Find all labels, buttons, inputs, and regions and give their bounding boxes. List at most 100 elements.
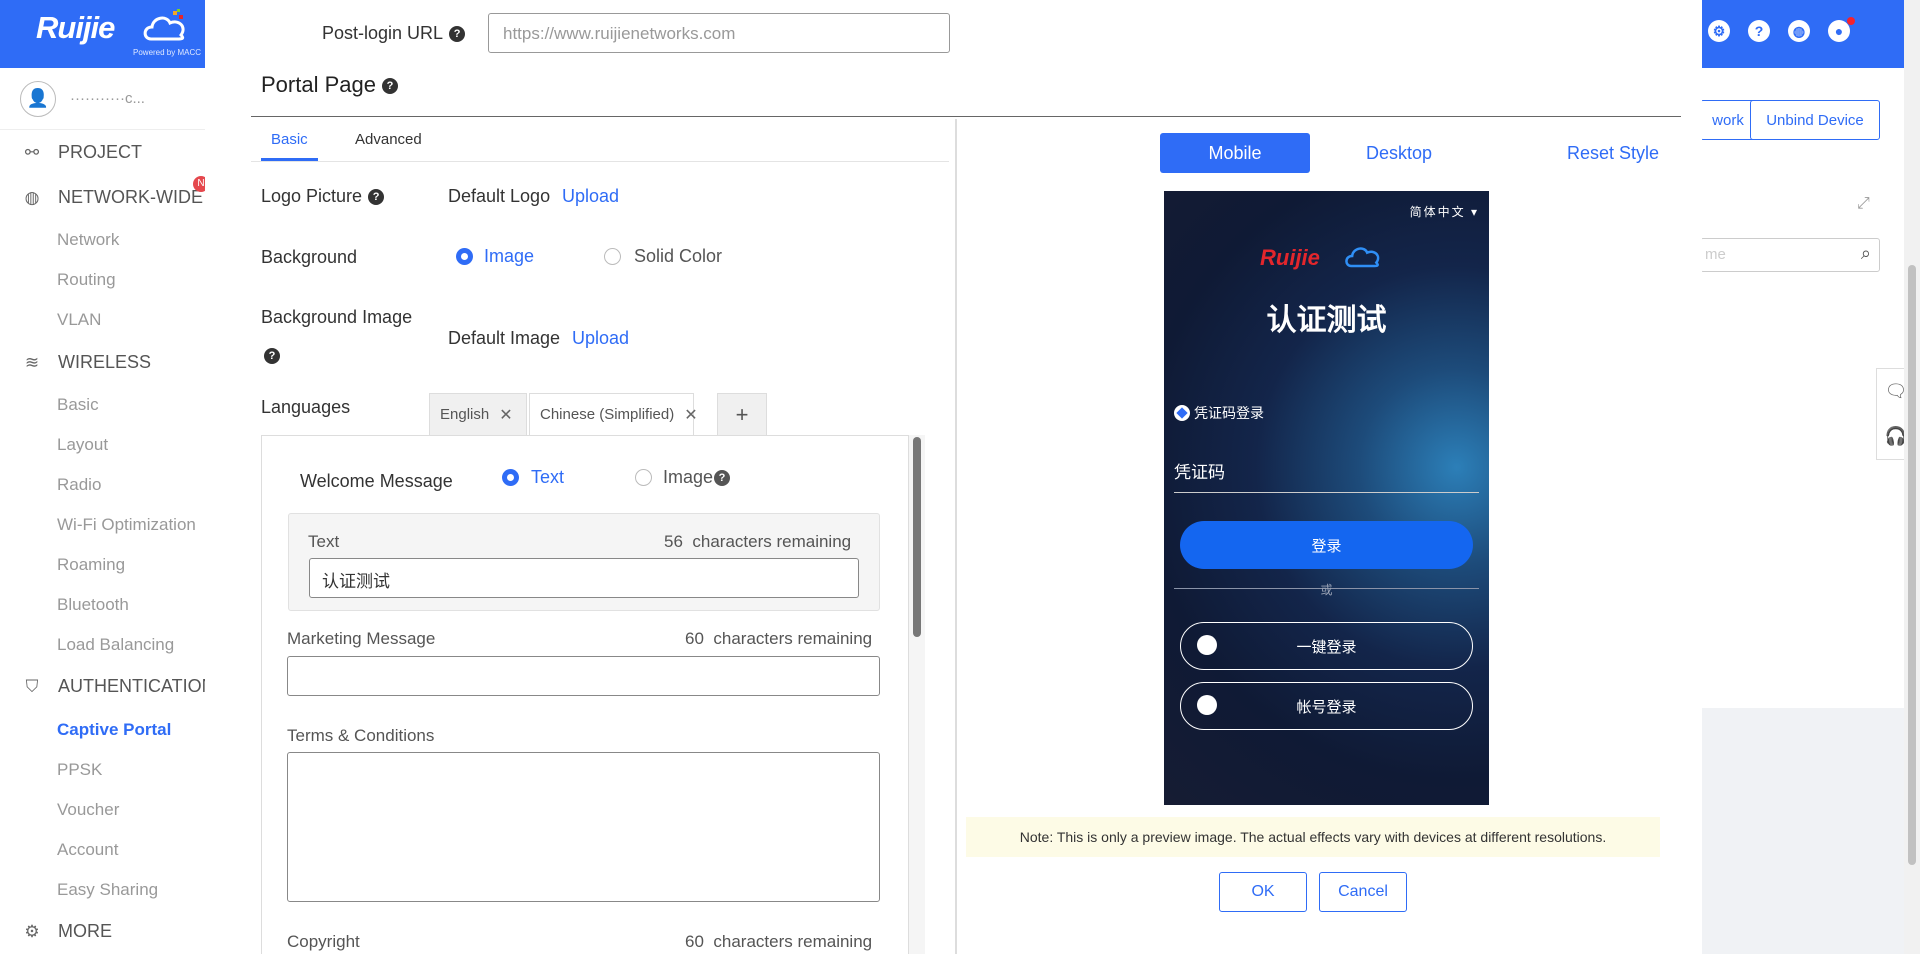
copyright-label: Copyright	[287, 932, 360, 951]
page-scrollbar[interactable]	[1904, 0, 1920, 954]
welcome-text-radio[interactable]	[502, 469, 519, 486]
lang-tab-label: English	[440, 406, 490, 423]
mobile-preview-button[interactable]: Mobile	[1160, 133, 1310, 173]
sidebar-item-routing[interactable]: Routing	[57, 270, 116, 290]
one-click-login-text: 一键登录	[1296, 638, 1357, 656]
lang-tab-label: Chinese (Simplified)	[540, 406, 675, 423]
welcome-text-input[interactable]: 认证测试	[309, 558, 859, 598]
sidebar-item-radio[interactable]: Radio	[57, 475, 101, 495]
bg-image-option[interactable]: Image	[484, 246, 534, 267]
bg-image-radio[interactable]	[456, 248, 473, 265]
user-name: ···········c...	[70, 90, 145, 107]
tab-basic[interactable]: Basic	[271, 131, 308, 148]
help-icon[interactable]: ?	[264, 348, 280, 364]
sidebar-item-bluetooth[interactable]: Bluetooth	[57, 595, 129, 615]
desktop-preview-button[interactable]: Desktop	[1331, 133, 1467, 173]
close-icon[interactable]: ✕	[499, 405, 512, 425]
top-icons: ⚙ ? ◍ ●	[1708, 17, 1855, 42]
sidebar-item-network[interactable]: Network	[57, 230, 119, 250]
sidebar-item-load-balancing[interactable]: Load Balancing	[57, 635, 174, 655]
bg-image-upload-link[interactable]: Upload	[572, 328, 629, 349]
welcome-image-radio[interactable]	[635, 469, 652, 486]
shield-icon: ⛉	[25, 676, 39, 696]
post-login-url-text: Post-login URL	[322, 23, 444, 43]
post-login-url-label: Post-login URL?	[322, 23, 466, 44]
remaining-suffix: characters remaining	[713, 932, 873, 951]
help-icon[interactable]: ?	[368, 189, 385, 206]
lang-tab-chinese[interactable]: Chinese (Simplified) ✕	[529, 393, 698, 435]
search-icon[interactable]: ⌕	[1861, 243, 1871, 264]
user-icon[interactable]: ●	[1828, 17, 1855, 42]
project-icon: ⚯	[24, 142, 40, 162]
terms-textarea[interactable]	[287, 752, 880, 902]
bg-solid-color-option[interactable]: Solid Color	[634, 246, 722, 267]
logo-value: Default Logo	[448, 186, 551, 206]
globe-icon: ◍	[24, 187, 40, 207]
unbind-device-button[interactable]: Unbind Device	[1750, 100, 1880, 140]
languages-label: Languages	[261, 397, 351, 417]
tab-advanced[interactable]: Advanced	[355, 131, 422, 148]
logo-picture-text: Logo Picture	[261, 186, 363, 206]
account-login-text: 帐号登录	[1296, 698, 1357, 716]
sidebar-item-roaming[interactable]: Roaming	[57, 555, 125, 575]
network-button[interactable]: work	[1700, 100, 1757, 140]
sidebar-item-wifi-optimization[interactable]: Wi-Fi Optimization	[57, 515, 196, 535]
sidebar-item-voucher[interactable]: Voucher	[57, 800, 119, 820]
sidebar-item-captive-portal[interactable]: Captive Portal	[57, 720, 171, 740]
sidebar-section-more[interactable]: ⚙ MORE	[22, 921, 112, 942]
globe-icon[interactable]: ◍	[1788, 20, 1810, 42]
gear-icon[interactable]: ⚙	[1708, 20, 1730, 42]
add-language-button[interactable]: +	[717, 393, 767, 435]
help-icon[interactable]: ?	[714, 470, 731, 487]
cancel-button[interactable]: Cancel	[1319, 872, 1407, 912]
bg-solid-color-radio[interactable]	[604, 248, 621, 265]
wifi-icon: ≋	[24, 352, 40, 372]
user-row[interactable]: 👤 ···········c...	[0, 68, 210, 130]
notification-dot	[1847, 17, 1855, 25]
vertical-divider	[955, 119, 957, 954]
marketing-message-input[interactable]	[287, 656, 880, 696]
panel-scrollbar-thumb[interactable]	[913, 437, 921, 637]
help-icon[interactable]: ?	[381, 78, 398, 95]
ok-button[interactable]: OK	[1219, 872, 1307, 912]
page-scrollbar-thumb[interactable]	[1908, 265, 1916, 865]
page-title: Portal Page?	[261, 72, 398, 98]
sidebar-item-basic[interactable]: Basic	[57, 395, 99, 415]
sidebar-section-wireless[interactable]: ≋ WIRELESS	[22, 352, 151, 373]
sidebar-section-label: AUTHENTICATION	[58, 676, 210, 696]
sidebar-section-network-wide[interactable]: ◍ NETWORK-WIDE	[22, 187, 203, 208]
help-icon[interactable]: ?	[449, 26, 466, 43]
post-login-url-input[interactable]: https://www.ruijienetworks.com	[488, 13, 950, 53]
preview-note: Note: This is only a preview image. The …	[966, 817, 1660, 857]
help-icon[interactable]: ?	[1748, 20, 1770, 42]
sidebar-item-layout[interactable]: Layout	[57, 435, 108, 455]
sidebar: 👤 ···········c... ⚯ PROJECT ◍ NETWORK-WIDE…	[0, 68, 210, 954]
welcome-text-option[interactable]: Text	[531, 467, 564, 488]
sidebar-item-vlan[interactable]: VLAN	[57, 310, 101, 330]
sidebar-item-account[interactable]: Account	[57, 840, 118, 860]
expand-icon[interactable]: ⤢	[1857, 195, 1870, 213]
sidebar-section-label: MORE	[58, 921, 112, 941]
phone-lang-text: 简体中文	[1409, 205, 1466, 219]
sidebar-item-ppsk[interactable]: PPSK	[57, 760, 102, 780]
copyright-remaining: 60 characters remaining	[685, 932, 872, 952]
close-icon[interactable]: ✕	[684, 405, 697, 425]
avatar-icon: 👤	[20, 80, 56, 117]
brand-logo[interactable]: Ruijie	[36, 10, 115, 46]
reset-style-button[interactable]: Reset Style	[1538, 133, 1688, 173]
sidebar-section-authentication[interactable]: ⛉ AUTHENTICATION	[22, 676, 210, 697]
account-login-button: 帐号登录	[1180, 682, 1473, 730]
logo-upload-link[interactable]: Upload	[562, 186, 619, 207]
sidebar-section-label: NETWORK-WIDE	[58, 187, 203, 207]
welcome-image-option[interactable]: Image?	[663, 467, 731, 488]
text-remaining: 56 characters remaining	[664, 532, 851, 552]
portal-modal: Post-login URL? https://www.ruijienetwor…	[205, 0, 1702, 954]
search-placeholder: me	[1705, 246, 1726, 263]
sidebar-item-easy-sharing[interactable]: Easy Sharing	[57, 880, 158, 900]
portal-page-title-text: Portal Page	[261, 72, 376, 97]
voucher-input: 凭证码	[1174, 458, 1479, 493]
lang-tab-english[interactable]: English ✕	[429, 393, 527, 435]
panel-scrollbar[interactable]	[909, 435, 925, 954]
sidebar-section-project[interactable]: ⚯ PROJECT	[22, 142, 142, 163]
search-input[interactable]: me ⌕	[1700, 238, 1880, 272]
